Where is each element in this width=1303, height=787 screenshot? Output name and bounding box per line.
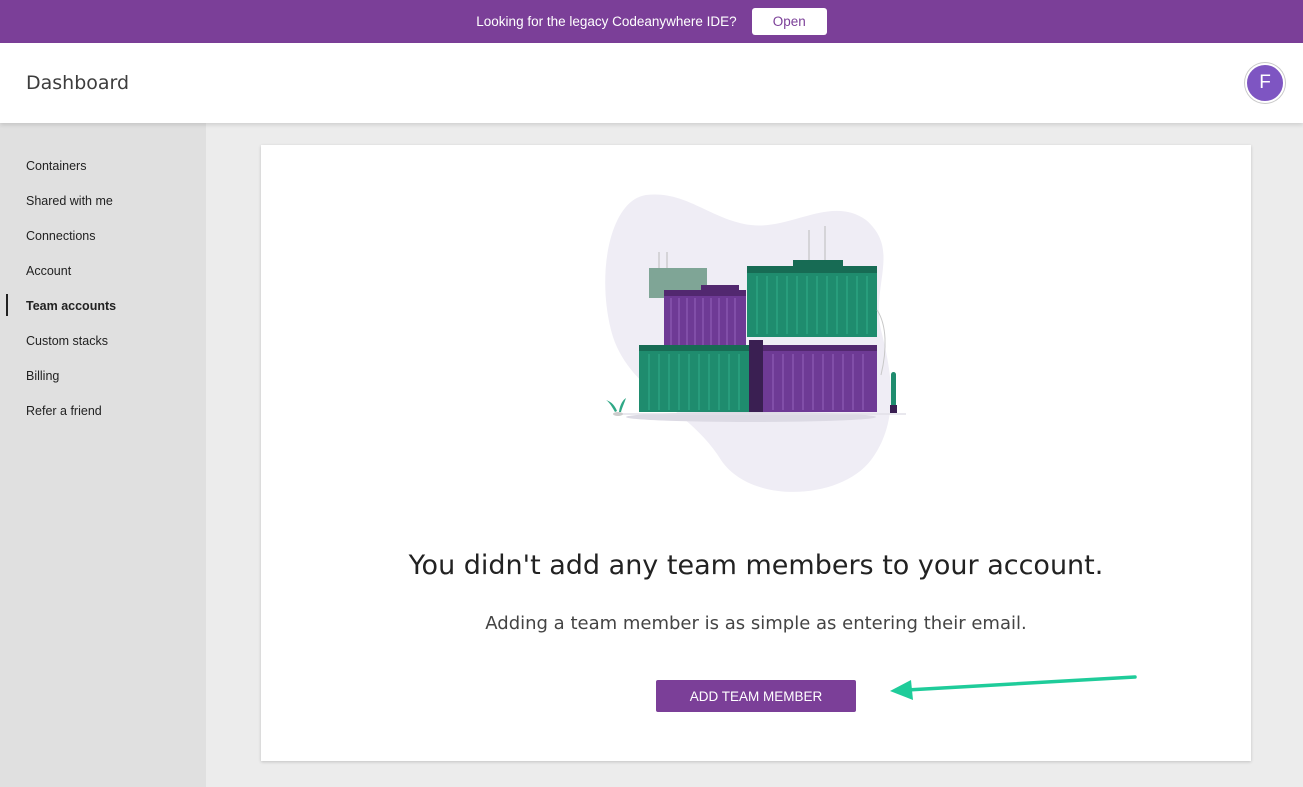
sidebar: Containers Shared with me Connections Ac… — [0, 123, 206, 787]
sidebar-item-connections[interactable]: Connections — [26, 229, 96, 243]
sidebar-item-containers[interactable]: Containers — [26, 159, 86, 173]
empty-state-card: You didn't add any team members to your … — [261, 145, 1251, 761]
open-legacy-ide-button[interactable]: Open — [751, 8, 827, 35]
empty-state-title: You didn't add any team members to your … — [408, 550, 1104, 581]
empty-state-subtitle: Adding a team member is as simple as ent… — [485, 613, 1027, 634]
banner-text: Looking for the legacy Codeanywhere IDE? — [476, 14, 737, 29]
user-avatar[interactable]: F — [1245, 63, 1285, 103]
sidebar-item-refer-a-friend[interactable]: Refer a friend — [26, 404, 102, 418]
shipping-containers-illustration — [605, 194, 906, 492]
arrow-left-icon — [890, 675, 1137, 700]
sidebar-item-billing[interactable]: Billing — [26, 369, 59, 383]
sidebar-item-team-accounts[interactable]: Team accounts — [26, 299, 116, 313]
add-team-member-button[interactable]: ADD TEAM MEMBER — [656, 680, 856, 712]
active-item-indicator — [6, 294, 8, 316]
sidebar-item-shared-with-me[interactable]: Shared with me — [26, 194, 113, 208]
page-title: Dashboard — [26, 72, 130, 94]
top-header: Dashboard F — [0, 43, 1303, 123]
sidebar-item-account[interactable]: Account — [26, 264, 71, 278]
legacy-ide-banner: Looking for the legacy Codeanywhere IDE?… — [0, 0, 1303, 43]
sidebar-item-custom-stacks[interactable]: Custom stacks — [26, 334, 108, 348]
